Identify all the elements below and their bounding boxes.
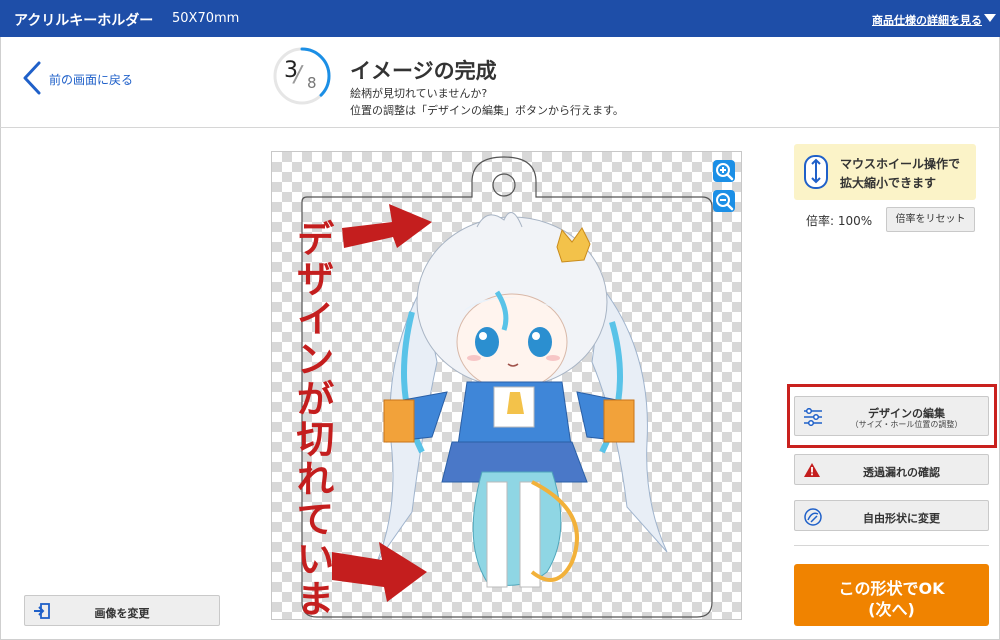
edit-design-sublabel: （サイズ・ホール位置の調整） xyxy=(850,420,963,429)
zoom-out-icon xyxy=(716,193,734,211)
panel-divider xyxy=(794,545,989,546)
edit-design-button[interactable]: デザインの編集 （サイズ・ホール位置の調整） xyxy=(794,396,989,436)
product-name: アクリルキーホルダー xyxy=(14,13,154,29)
sliders-icon xyxy=(804,408,822,426)
product-detail-link[interactable]: 商品仕様の詳細を見る xyxy=(872,12,982,28)
confirm-label-2: (次へ) xyxy=(868,600,915,619)
product-size: 50X70mm xyxy=(172,11,240,26)
change-image-button[interactable]: 画像を変更 xyxy=(24,595,220,626)
mouse-tip-line-1: マウスホイール操作で xyxy=(840,157,961,171)
zoom-level: 倍率: 100% xyxy=(806,214,873,228)
mouse-wheel-icon xyxy=(804,155,828,189)
free-shape-label: 自由形状に変更 xyxy=(863,512,940,525)
character-illustration xyxy=(376,212,668,588)
chevron-left-icon xyxy=(23,61,41,95)
step-indicator: 3 / 8 xyxy=(272,46,332,106)
mouse-wheel-tip: マウスホイール操作で 拡大縮小できます xyxy=(794,144,976,200)
change-image-label: 画像を変更 xyxy=(94,607,150,620)
zoom-out-button[interactable] xyxy=(713,190,735,212)
reset-zoom-button[interactable]: 倍率をリセット xyxy=(886,207,975,232)
page-title: イメージの完成 xyxy=(350,59,497,83)
check-transparency-button[interactable]: 透過漏れの確認 xyxy=(794,454,989,485)
step-total: 8 xyxy=(307,74,317,92)
back-label: 前の画面に戻る xyxy=(49,73,134,87)
caret-down-icon[interactable] xyxy=(984,14,996,22)
step-header: 前の画面に戻る 3 / 8 イメージの完成 絵柄が見切れていませんか? 位置の調… xyxy=(0,37,1000,128)
page-subtitle-1: 絵柄が見切れていませんか? xyxy=(350,87,488,100)
zoom-in-icon xyxy=(716,163,734,181)
check-transparency-label: 透過漏れの確認 xyxy=(863,466,940,479)
page-subtitle-2: 位置の調整は「デザインの編集」ボタンから行えます。 xyxy=(350,104,624,117)
keychain-outline xyxy=(301,156,713,618)
free-shape-button[interactable]: 自由形状に変更 xyxy=(794,500,989,531)
cut-off-warning-text: デザインが切れています xyxy=(290,219,334,620)
mouse-tip-line-2: 拡大縮小できます xyxy=(840,176,937,190)
top-bar: アクリルキーホルダー 50X70mm 商品仕様の詳細を見る xyxy=(0,0,1000,37)
design-preview-canvas[interactable]: デザインが切れています xyxy=(271,151,742,620)
confirm-shape-next-button[interactable]: この形状でOK (次へ) xyxy=(794,564,989,626)
step-progress-ring xyxy=(273,47,331,105)
zoom-in-button[interactable] xyxy=(713,160,735,182)
